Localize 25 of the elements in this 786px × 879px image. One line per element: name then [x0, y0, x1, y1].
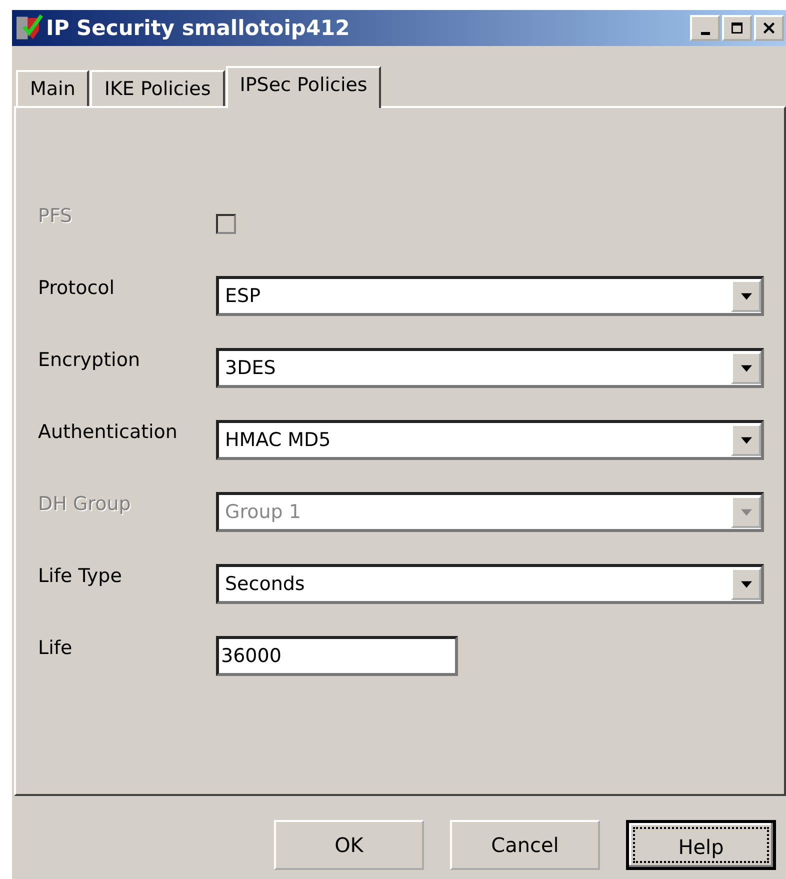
window-title: IP Security smallotoip412: [46, 16, 351, 40]
field-label: Protocol: [38, 277, 116, 299]
maximize-button[interactable]: [722, 15, 752, 41]
field-label: Life: [38, 637, 74, 659]
field-label: PFS: [38, 205, 74, 227]
maximize-icon: [731, 22, 743, 34]
tab[interactable]: IKE Policies: [90, 70, 225, 106]
tab[interactable]: IPSec Policies: [226, 66, 382, 108]
close-button[interactable]: [754, 15, 784, 41]
minimize-icon: [700, 32, 710, 34]
dropdown[interactable]: ESP: [216, 276, 764, 316]
input-field[interactable]: 36000: [216, 636, 458, 676]
close-icon: [763, 22, 775, 34]
dialog-button[interactable]: Help: [626, 820, 776, 870]
field-label: Authentication: [38, 421, 178, 443]
dialog-button[interactable]: OK: [274, 820, 424, 870]
field-label: Encryption: [38, 349, 142, 371]
field-label: Life Type: [38, 565, 123, 587]
minimize-button[interactable]: [690, 15, 720, 41]
dropdown[interactable]: 3DES: [216, 348, 764, 388]
dialog-button[interactable]: Cancel: [450, 820, 600, 870]
field-label: DH Group: [38, 493, 132, 515]
tab[interactable]: Main: [16, 70, 90, 106]
dropdown[interactable]: Seconds: [216, 564, 764, 604]
dropdown[interactable]: HMAC MD5: [216, 420, 764, 460]
